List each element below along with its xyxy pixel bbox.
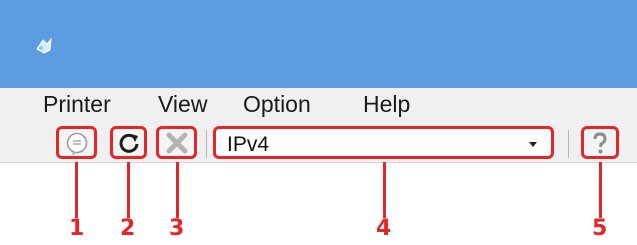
protocol-select[interactable]: IPv4 — [213, 126, 554, 159]
message-bubble-icon — [66, 132, 87, 155]
help-button[interactable] — [581, 126, 619, 159]
refresh-button[interactable] — [110, 126, 147, 159]
callout-label-2: 2 — [120, 216, 136, 241]
cancel-x-icon — [166, 132, 187, 153]
toolbar-separator — [568, 130, 569, 158]
callout-line-1 — [75, 162, 78, 218]
callout-label-5: 5 — [592, 216, 608, 241]
callout-label-3: 3 — [169, 216, 185, 241]
menu-bar: Printer View Option Help — [0, 88, 637, 124]
menu-printer[interactable]: Printer — [43, 91, 111, 118]
help-question-icon — [593, 131, 607, 153]
printer-app-icon[interactable] — [34, 36, 54, 56]
callout-line-3 — [176, 162, 179, 218]
title-bar — [0, 0, 637, 88]
refresh-icon — [119, 133, 138, 153]
toolbar-separator — [206, 130, 207, 158]
callout-label-1: 1 — [69, 216, 85, 241]
menu-view[interactable]: View — [158, 91, 207, 118]
application-window: Printer View Option Help IPv4 — [0, 0, 637, 163]
menu-help[interactable]: Help — [363, 91, 410, 118]
message-button[interactable] — [56, 126, 97, 159]
chevron-down-icon — [529, 142, 537, 147]
cancel-button[interactable] — [156, 126, 197, 159]
callout-line-4 — [383, 162, 386, 218]
callout-label-4: 4 — [376, 216, 392, 241]
protocol-value: IPv4 — [227, 133, 270, 156]
callout-line-5 — [599, 162, 602, 218]
callout-line-2 — [127, 162, 130, 218]
menu-option[interactable]: Option — [243, 91, 311, 118]
toolbar: IPv4 — [0, 124, 637, 163]
